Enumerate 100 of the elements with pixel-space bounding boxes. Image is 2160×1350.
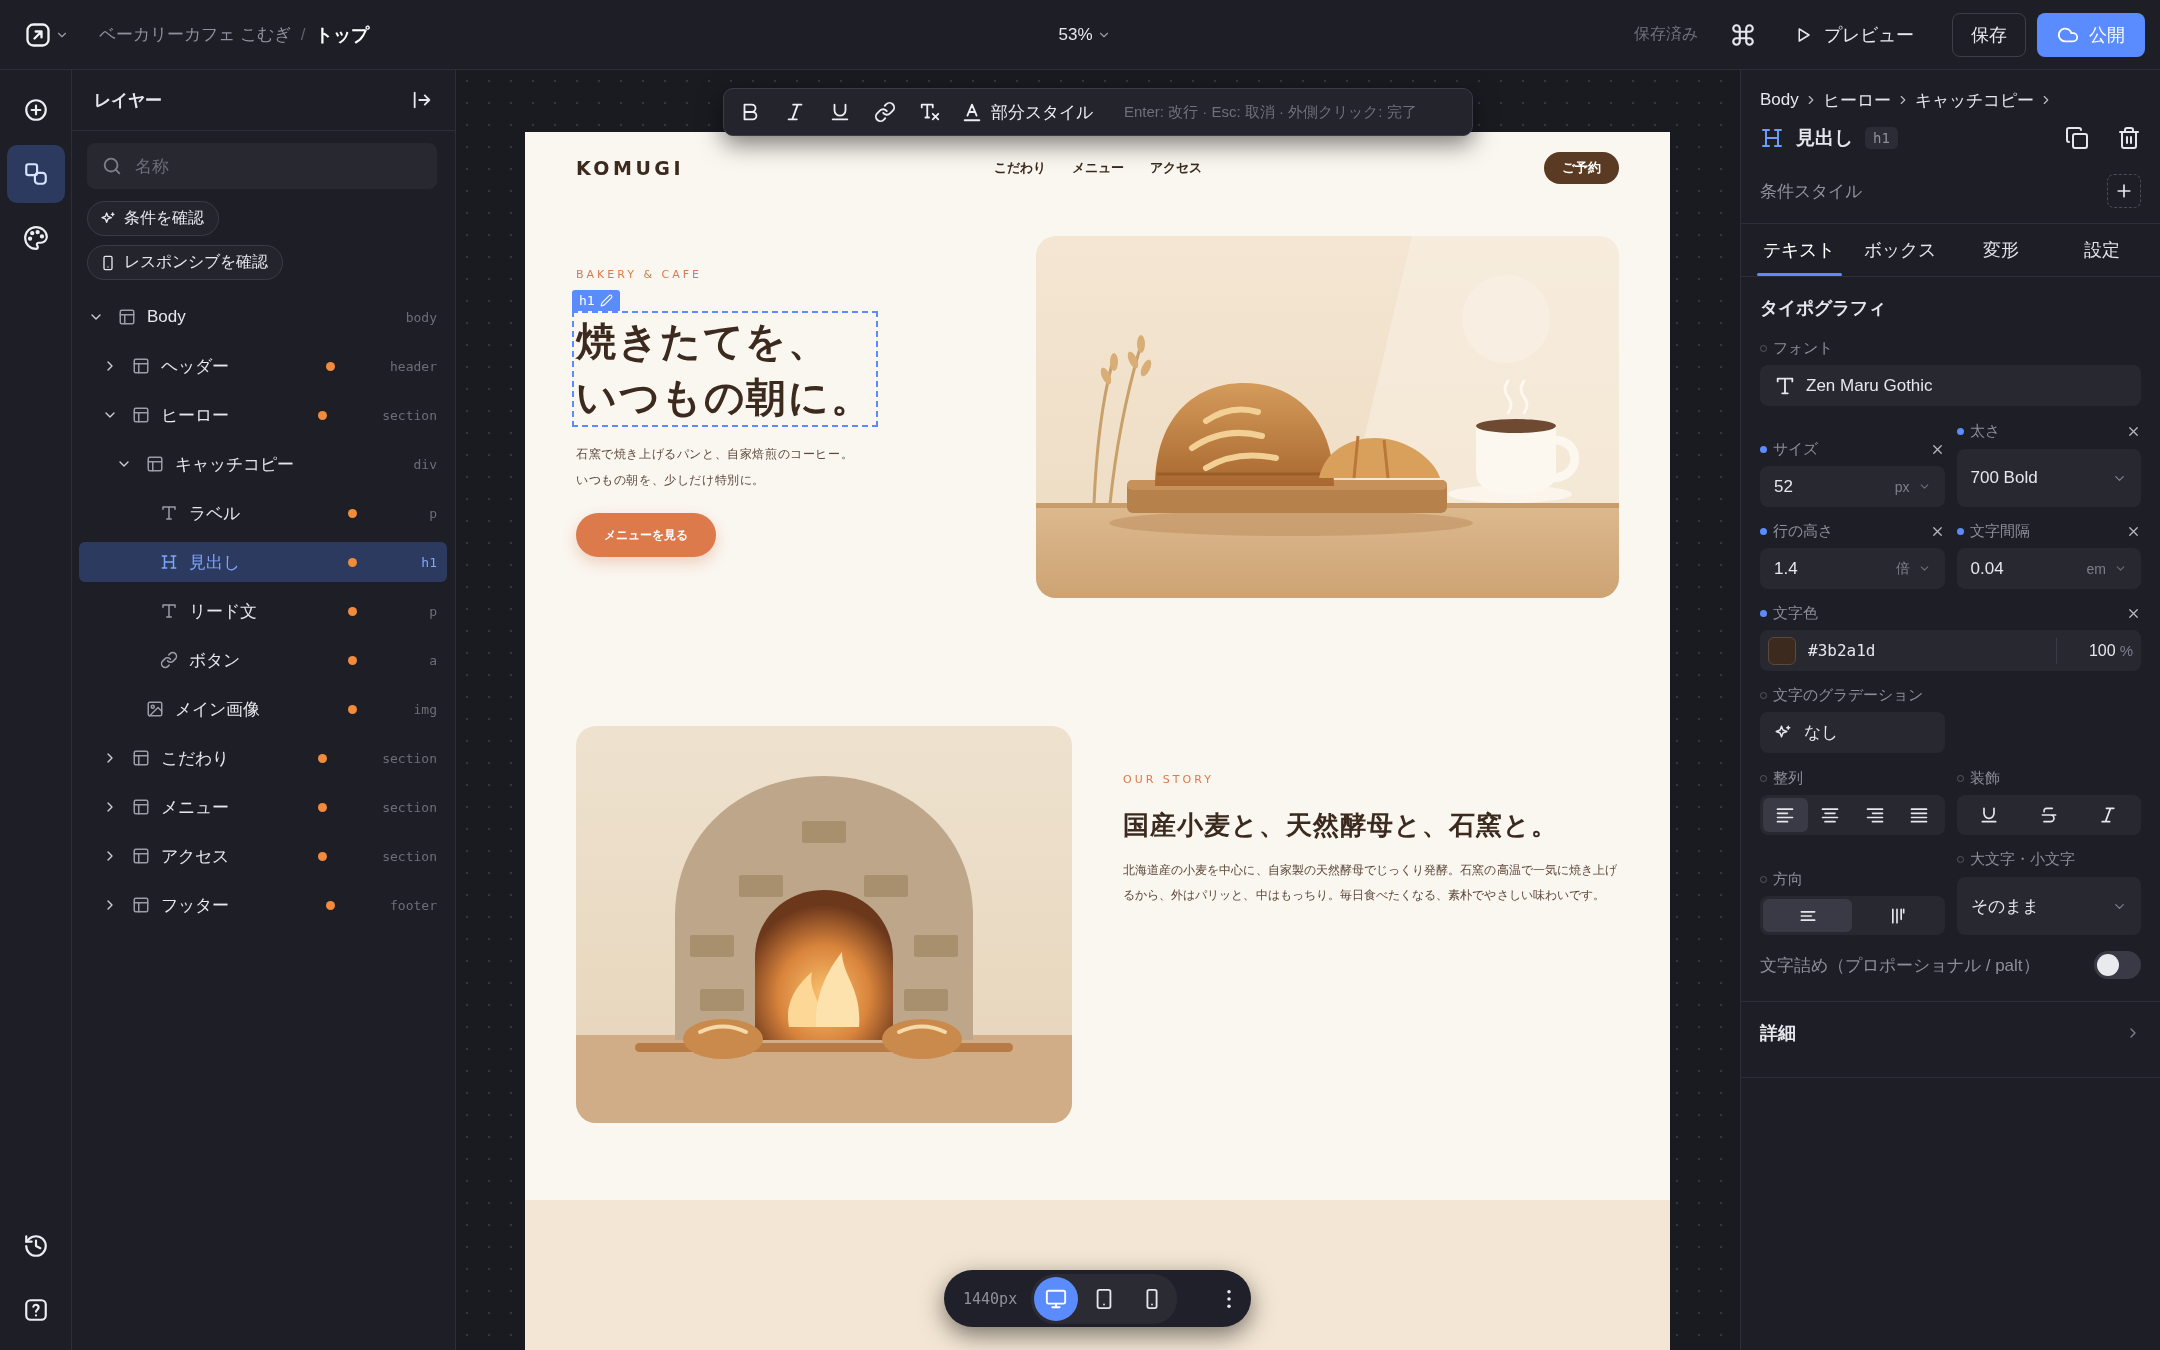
nav-link[interactable]: メニュー	[1071, 159, 1124, 177]
layer-row[interactable]: こだわり section	[79, 738, 447, 778]
tab[interactable]: 変形	[1950, 224, 2052, 276]
image-icon	[146, 700, 164, 718]
preview-button[interactable]: プレビュー	[1794, 22, 1914, 47]
more-button[interactable]	[1227, 1289, 1231, 1308]
layer-name: フッター	[161, 894, 230, 917]
check-conditions-button[interactable]: 条件を確認	[87, 201, 219, 236]
gradient-dropdown[interactable]: なし	[1760, 712, 1945, 753]
zoom-dropdown[interactable]: 53%	[1058, 24, 1111, 45]
layer-row[interactable]: アクセス section	[79, 836, 447, 876]
monitor-icon	[1045, 1287, 1068, 1310]
arrow-square-icon	[24, 20, 52, 49]
command-button[interactable]	[1730, 21, 1756, 48]
story-label: OUR STORY	[1123, 773, 1215, 787]
layer-row[interactable]: メニュー section	[79, 787, 447, 827]
project-name[interactable]: ベーカリーカフェ こむぎ	[99, 23, 291, 46]
save-button[interactable]: 保存	[1952, 12, 2026, 57]
toggle-switch[interactable]	[2094, 951, 2141, 979]
color-swatch-icon[interactable]	[1768, 636, 1796, 665]
save-status: 保存済み	[1634, 24, 1698, 44]
unit-dropdown[interactable]: 倍	[1895, 559, 1931, 578]
layer-name: ボタン	[189, 649, 241, 672]
layer-name: ヘッダー	[161, 355, 230, 378]
hero-label: BAKERY & CAFE	[576, 268, 703, 282]
layout-icon	[132, 749, 150, 767]
partial-style-button[interactable]: 部分スタイル	[961, 100, 1093, 124]
element-tag: section	[382, 750, 437, 766]
opacity-field[interactable]: 100 %	[2056, 637, 2133, 664]
horizontal-direction-button[interactable]	[1763, 899, 1853, 932]
layer-row[interactable]: 見出し h1	[79, 542, 447, 582]
layer-row[interactable]: ラベル p	[79, 493, 447, 533]
unit-label: %	[2119, 642, 2133, 659]
breadcrumb-item[interactable]: キャッチコピー	[1914, 88, 2034, 112]
pencil-icon	[599, 294, 613, 307]
element-tag: section	[382, 407, 437, 423]
text-icon	[160, 504, 178, 522]
app-menu-button[interactable]	[24, 20, 69, 49]
reserve-button[interactable]: ご予約	[1544, 152, 1619, 184]
text-case-dropdown[interactable]: そのまま	[1956, 877, 2141, 935]
property-label: 太さ	[1969, 421, 2000, 441]
history-icon	[22, 1233, 49, 1259]
layer-row[interactable]: リード文 p	[79, 591, 447, 631]
property-label: 整列	[1773, 768, 1803, 788]
element-tag: a	[412, 652, 437, 668]
breadcrumb-item[interactable]: Body	[1760, 90, 1799, 110]
layout-icon	[146, 455, 164, 473]
unit-dropdown[interactable]: px	[1894, 478, 1931, 495]
weight-dropdown[interactable]: 700 Bold	[1956, 449, 2141, 507]
nav-link[interactable]: アクセス	[1149, 159, 1202, 177]
layer-row[interactable]: キャッチコピー div	[79, 444, 447, 484]
property-label: 文字色	[1773, 603, 1818, 623]
breadcrumb-item[interactable]: ヒーロー	[1822, 88, 1891, 112]
details-row[interactable]: 詳細	[1760, 1002, 2141, 1077]
tab[interactable]: ボックス	[1849, 224, 1951, 276]
collapse-panel-icon[interactable]	[411, 89, 433, 111]
text-color-icon	[961, 101, 983, 123]
element-tag: section	[382, 848, 437, 864]
property-label: フォント	[1773, 338, 1833, 358]
align-right-icon	[1864, 805, 1885, 825]
element-tag: p	[412, 603, 437, 619]
clear-format-icon	[919, 101, 941, 123]
font-dropdown[interactable]: Zen Maru Gothic	[1760, 365, 2141, 406]
color-field[interactable]: #3b2a1d 100 %	[1760, 630, 2141, 671]
add-condition-button[interactable]	[2107, 174, 2141, 208]
check-responsive-button[interactable]: レスポンシブを確認	[87, 245, 283, 280]
layer-row[interactable]: ヒーロー section	[79, 395, 447, 435]
number-field[interactable]: 1.4 倍	[1760, 548, 1945, 589]
element-tag: h1	[412, 554, 437, 570]
number-field[interactable]: 52 px	[1760, 466, 1945, 507]
heading-icon	[1760, 126, 1784, 150]
desktop-view-button[interactable]	[1034, 1276, 1079, 1321]
align-justify-icon	[1909, 805, 1930, 825]
page-name[interactable]: トップ	[315, 22, 370, 47]
align-left-button[interactable]	[1763, 798, 1808, 832]
hero-heading[interactable]: 焼きたてを、 いつもの朝に。	[572, 311, 879, 427]
duplicate-button[interactable]	[2065, 126, 2089, 150]
breadcrumb-separator: /	[300, 24, 306, 45]
number-field[interactable]: 0.04 em	[1956, 548, 2141, 589]
layers-panel-button[interactable]	[6, 145, 65, 203]
layout-icon	[118, 308, 136, 326]
tab[interactable]: テキスト	[1749, 224, 1850, 276]
layer-row[interactable]: フッター footer	[79, 885, 447, 925]
unit-dropdown[interactable]: em	[2086, 560, 2127, 577]
shortcut-hint: Enter: 改行 · Esc: 取消 · 外側クリック: 完了	[1124, 102, 1417, 122]
layout-icon	[132, 357, 150, 375]
nav-link[interactable]: こだわり	[993, 159, 1046, 177]
property-label: 文字のグラデーション	[1773, 685, 1923, 705]
layer-row[interactable]: Body body	[79, 297, 447, 337]
element-tag: section	[382, 799, 437, 815]
layer-row[interactable]: ボタン a	[79, 640, 447, 680]
site-logo[interactable]: KOMUGI	[576, 157, 685, 179]
property-label: 文字間隔	[1969, 521, 2030, 541]
conditional-styles-label: 条件スタイル	[1760, 180, 1862, 203]
layer-name: 見出し	[189, 551, 241, 574]
delete-button[interactable]	[2117, 126, 2141, 150]
layout-icon	[132, 847, 150, 865]
layer-row[interactable]: メイン画像 img	[79, 689, 447, 729]
tab[interactable]: 設定	[2051, 224, 2152, 276]
layer-row[interactable]: ヘッダー header	[79, 346, 447, 386]
